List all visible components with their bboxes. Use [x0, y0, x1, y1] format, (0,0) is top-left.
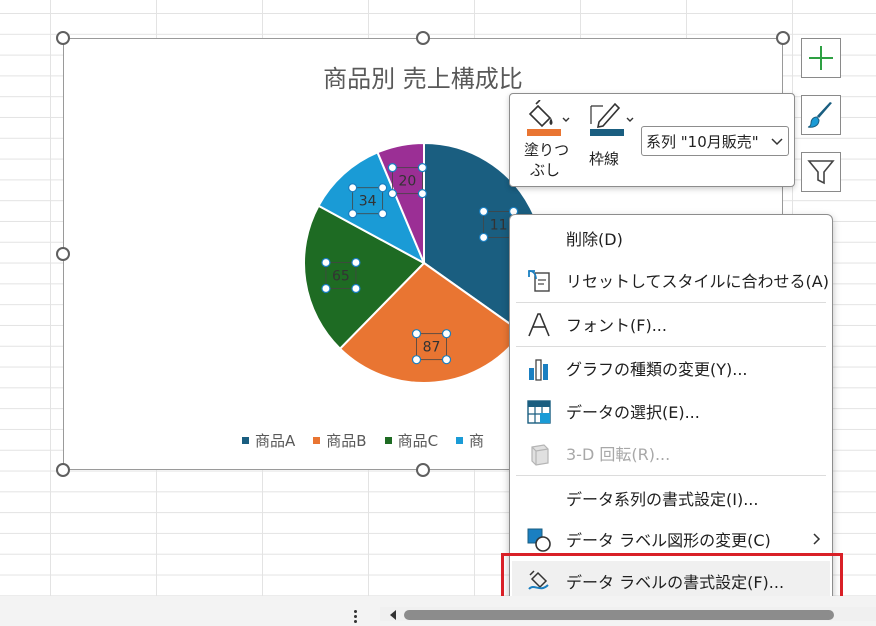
chart-filters-button[interactable] — [801, 152, 841, 192]
legend-item: 商 — [456, 430, 484, 451]
legend-label: 商品B — [326, 432, 367, 450]
data-label-text: 11 — [490, 217, 508, 233]
menu-item-format-data-series[interactable]: データ系列の書式設定(I)... — [510, 478, 832, 518]
menu-item-font[interactable]: フォント(F)... — [510, 304, 832, 344]
legend-item: 商品A — [242, 430, 295, 451]
legend-swatch — [313, 437, 321, 444]
label-selection-handle — [351, 283, 361, 294]
legend-label: 商品C — [397, 432, 439, 450]
scroll-left-icon[interactable] — [388, 609, 398, 621]
outline-button[interactable]: 枠線 — [587, 100, 637, 170]
label-selection-handle — [411, 329, 422, 339]
chart-elements-button[interactable] — [801, 38, 841, 78]
menu-separator — [516, 302, 826, 303]
menu-item-label: グラフの種類の変更(Y)... — [566, 360, 748, 379]
label-selection-handle — [378, 209, 388, 219]
menu-item-label: リセットしてスタイルに合わせる(A) — [566, 272, 829, 291]
menu-item-delete[interactable]: 削除(D) — [510, 218, 832, 258]
legend-swatch — [242, 437, 249, 444]
label-selection-handle — [321, 257, 331, 268]
fill-button[interactable]: 塗りつ ぶし — [520, 100, 580, 184]
3d-rotation-icon — [531, 444, 549, 466]
menu-separator — [516, 475, 826, 476]
font-icon — [528, 313, 550, 337]
series-selector-value: 系列 "10月販売" — [646, 132, 759, 151]
resize-handle-bottom[interactable] — [416, 463, 430, 477]
chevron-down-icon — [770, 137, 784, 147]
label-selection-handle — [321, 283, 331, 294]
menu-item-label: 削除(D) — [566, 230, 623, 249]
resize-handle-bottom-left[interactable] — [56, 463, 70, 477]
mini-toolbar: 塗りつ ぶし 枠線 系列 "10月販売" — [509, 93, 795, 187]
chart-styles-button[interactable] — [801, 95, 841, 135]
more-options-icon[interactable] — [352, 609, 358, 625]
chart-type-icon — [529, 359, 548, 381]
label-selection-handle — [479, 206, 489, 217]
label-selection-handle — [387, 189, 398, 199]
paint-bucket-icon — [527, 100, 570, 136]
fill-label-line1: 塗りつ — [524, 141, 570, 159]
data-label-text: 20 — [398, 174, 416, 190]
chart-legend[interactable]: 商品A 商品B 商品C 商 — [242, 430, 484, 451]
label-selection-handle — [351, 257, 361, 268]
context-menu: 削除(D) リセットしてスタイルに合わせる(A) フォント(F)... グラフの… — [509, 214, 833, 602]
legend-swatch — [384, 437, 392, 444]
legend-label: 商品A — [255, 432, 296, 450]
series-selector[interactable]: 系列 "10月販売" — [641, 126, 789, 156]
label-selection-handle — [441, 355, 452, 365]
legend-item: 商品B — [313, 430, 367, 451]
resize-handle-left[interactable] — [56, 247, 70, 261]
data-label-text: 65 — [332, 268, 350, 284]
select-data-icon — [527, 400, 551, 424]
menu-item-label: データ系列の書式設定(I)... — [566, 490, 759, 509]
menu-item-select-data[interactable]: データの選択(E)... — [510, 391, 832, 431]
menu-separator — [516, 346, 826, 347]
legend-label: 商 — [469, 432, 485, 450]
resize-handle-top-right[interactable] — [776, 31, 790, 45]
pen-icon — [590, 102, 634, 136]
chart-styles-icon — [807, 102, 832, 128]
label-selection-handle — [348, 209, 358, 219]
reset-style-icon — [528, 270, 550, 292]
menu-item-label: フォント(F)... — [566, 316, 667, 335]
label-shape-icon — [527, 528, 551, 552]
scrollbar-thumb[interactable] — [404, 610, 834, 620]
label-selection-handle — [417, 189, 428, 199]
label-selection-handle — [387, 163, 398, 173]
menu-item-label: 3-D 回転(R)... — [566, 445, 671, 464]
chevron-right-icon — [813, 533, 821, 545]
chart-filters-icon — [807, 160, 835, 185]
legend-swatch — [456, 437, 464, 444]
outline-label: 枠線 — [589, 150, 620, 168]
resize-handle-top-left[interactable] — [56, 31, 70, 45]
fill-label-line2: ぶし — [530, 161, 561, 179]
legend-item: 商品C — [384, 430, 439, 451]
menu-item-reset-style[interactable]: リセットしてスタイルに合わせる(A) — [510, 260, 832, 300]
menu-item-change-chart-type[interactable]: グラフの種類の変更(Y)... — [510, 348, 832, 388]
chart-elements-icon — [809, 46, 833, 70]
label-selection-handle — [348, 183, 358, 193]
menu-item-label: データの選択(E)... — [566, 403, 700, 422]
resize-handle-top[interactable] — [416, 31, 430, 45]
menu-item-3d-rotation[interactable]: 3-D 回転(R)... — [510, 433, 832, 473]
label-selection-handle — [479, 232, 489, 243]
data-label-text: 34 — [359, 194, 377, 210]
data-label-text: 87 — [423, 340, 441, 356]
label-selection-handle — [441, 329, 452, 339]
label-selection-handle — [411, 355, 422, 365]
menu-item-label: データ ラベル図形の変更(C) — [566, 531, 771, 550]
label-selection-handle — [378, 183, 388, 193]
label-selection-handle — [417, 163, 428, 173]
